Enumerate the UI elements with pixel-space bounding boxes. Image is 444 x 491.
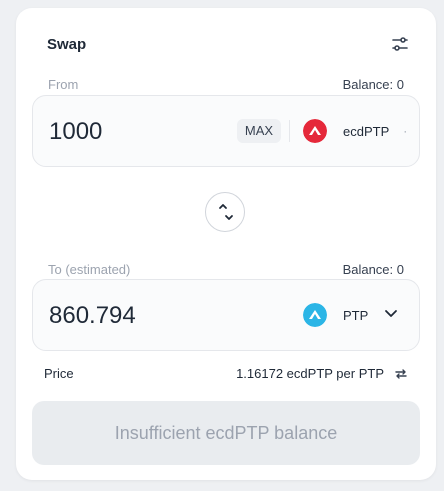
max-button[interactable]: MAX [237, 119, 281, 143]
submit-swap-button[interactable]: Insufficient ecdPTP balance [32, 401, 420, 465]
to-token-selector[interactable]: PTP [303, 302, 398, 328]
invert-price-icon[interactable] [394, 367, 408, 381]
price-row: Price 1.16172 ecdPTP per PTP [44, 366, 408, 381]
price-value: 1.16172 ecdPTP per PTP [236, 366, 384, 381]
swap-title: Swap [47, 36, 87, 53]
from-token-name: ecdPTP [343, 123, 390, 139]
ecdptp-token-logo-icon [303, 119, 327, 143]
from-label: From [48, 77, 79, 92]
from-field: MAX ecdPTP · [32, 95, 420, 167]
from-amount-input[interactable] [49, 118, 229, 146]
to-field: PTP [32, 279, 420, 351]
to-token-name: PTP [343, 307, 369, 323]
field-divider [289, 120, 290, 142]
chevron-down-icon: · [403, 124, 408, 138]
swap-direction-button[interactable] [205, 192, 245, 232]
from-balance: Balance: 0 [342, 77, 404, 92]
to-amount-input[interactable] [49, 302, 229, 330]
from-token-selector[interactable]: ecdPTP · [303, 118, 407, 144]
settings-button[interactable] [390, 34, 410, 54]
to-balance: Balance: 0 [342, 262, 404, 277]
to-label: To (estimated) [48, 262, 131, 277]
to-label-row: To (estimated) Balance: 0 [48, 262, 404, 277]
ptp-token-logo-icon [303, 303, 327, 327]
price-label: Price [44, 366, 74, 381]
swap-direction-icon [219, 204, 233, 220]
swap-card: Swap From Balance: 0 MAX ecdPTP · [16, 8, 436, 480]
chevron-down-icon [384, 306, 398, 325]
from-label-row: From Balance: 0 [48, 77, 404, 92]
settings-sliders-icon [392, 37, 408, 51]
price-value-wrap: 1.16172 ecdPTP per PTP [236, 366, 408, 381]
